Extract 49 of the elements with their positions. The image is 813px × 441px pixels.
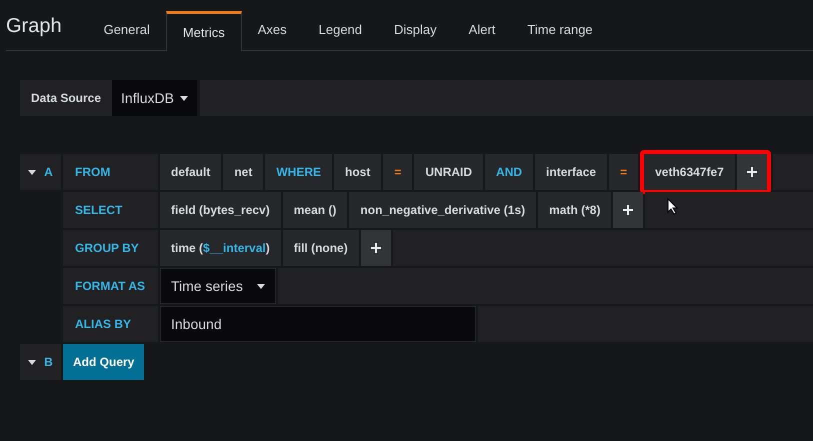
row-label: ALIAS BY [63,306,158,342]
add-button[interactable] [360,230,391,266]
caret-icon [180,96,188,100]
alias-input[interactable]: Inbound [160,306,476,342]
query-segment[interactable]: non_negative_derivative (1s) [349,192,536,228]
plus-icon [746,167,757,177]
plus-icon [370,243,381,253]
query-segment[interactable]: UNRAID [414,154,484,190]
tab[interactable]: Time range [511,10,609,50]
query-segment[interactable]: default [160,154,222,190]
format-select[interactable]: Time series [160,268,276,304]
add-button[interactable] [613,192,644,228]
row-label: FROM [63,154,158,190]
query-segment[interactable]: math (*8) [538,192,612,228]
query-segment[interactable]: field (bytes_recv) [160,192,281,228]
row-label: SELECT [63,192,158,228]
query-segment[interactable]: time ($__interval) [160,230,281,266]
panel-title: Graph [6,14,62,39]
caret-icon [257,284,265,288]
query-letter: A [44,164,53,181]
query-keyword: AND [485,154,534,190]
tab[interactable]: Display [378,10,453,50]
row-label: GROUP BY [63,230,158,266]
caret-down-icon [28,358,36,366]
caret-down-icon [28,168,36,176]
plus-icon [623,205,634,215]
query-toggle[interactable]: B [20,344,61,380]
row-label: FORMAT AS [63,268,158,304]
tab[interactable]: General [88,10,166,50]
tab[interactable]: Metrics [166,11,242,51]
data-source-select[interactable]: InfluxDB [112,80,197,116]
query-toggle[interactable]: A [20,154,61,190]
mouse-cursor-icon [667,198,679,215]
query-segment[interactable]: host [334,154,382,190]
tab[interactable]: Axes [242,10,303,50]
tab[interactable]: Alert [452,10,512,50]
query-segment[interactable]: veth6347fe7 [644,154,735,190]
query-segment[interactable]: mean () [282,192,348,228]
query-segment[interactable]: net [223,154,264,190]
add-query-button[interactable]: Add Query [63,344,144,380]
query-operator[interactable]: = [383,154,412,190]
query-segment[interactable]: interface [535,154,608,190]
query-keyword: WHERE [265,154,332,190]
data-source-label: Data Source [30,90,102,107]
query-operator[interactable]: = [609,154,638,190]
query-segment[interactable]: fill (none) [282,230,359,266]
tab[interactable]: Legend [302,10,378,50]
add-button[interactable] [736,154,767,190]
query-letter: B [44,354,53,371]
